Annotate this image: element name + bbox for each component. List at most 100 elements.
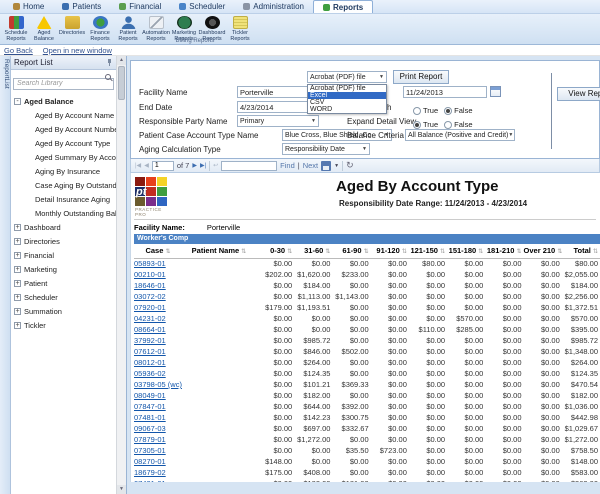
- case-link[interactable]: 05893-01: [134, 259, 166, 268]
- export-option-acrobat-pdf-file[interactable]: Acrobat (PDF) file: [308, 85, 386, 92]
- tree-node-marketing[interactable]: +Marketing: [14, 262, 116, 276]
- directories-button[interactable]: Directories: [58, 15, 86, 36]
- expand-icon[interactable]: +: [14, 280, 21, 287]
- case-link[interactable]: 00210-01: [134, 270, 166, 279]
- tree-leaf-aged-by-account-name[interactable]: Aged By Account Name: [14, 108, 116, 122]
- view-report-button[interactable]: View Report: [557, 87, 600, 101]
- case-link[interactable]: 18679-02: [134, 468, 166, 477]
- tree-node-patient[interactable]: +Patient: [14, 276, 116, 290]
- collapse-icon[interactable]: -: [14, 98, 21, 105]
- column-header-31-60[interactable]: 31-60 ⇅: [294, 244, 332, 258]
- column-header-181-210[interactable]: 181-210 ⇅: [485, 244, 523, 258]
- case-link[interactable]: 08270-01: [134, 457, 166, 466]
- sidebar-vertical-tab[interactable]: ReportList: [0, 56, 11, 494]
- case-link[interactable]: 08049-01: [134, 391, 166, 400]
- tree-leaf-aging-by-insurance[interactable]: Aging By Insurance: [14, 164, 116, 178]
- case-link[interactable]: 03072-02: [134, 292, 166, 301]
- search-input[interactable]: [13, 78, 114, 90]
- tree-leaf-monthly-outstanding-balance-a[interactable]: Monthly Outstanding Balance A: [14, 206, 116, 220]
- column-header-total[interactable]: Total ⇅: [562, 244, 600, 258]
- tree-leaf-aged-summary-by-account-typ[interactable]: Aged Summary By Account Typ: [14, 150, 116, 164]
- print-report-button[interactable]: Print Report: [393, 70, 449, 84]
- column-header-91-120[interactable]: 91-120 ⇅: [371, 244, 409, 258]
- tab-administration[interactable]: Administration: [234, 0, 313, 13]
- expand-icon[interactable]: +: [14, 252, 21, 259]
- export-option-word[interactable]: WORD: [308, 106, 386, 113]
- tab-financial[interactable]: Financial: [110, 0, 170, 13]
- last-page-icon[interactable]: ▶|: [200, 162, 206, 169]
- pin-icon[interactable]: [106, 59, 113, 66]
- tree-node-dashboard[interactable]: +Dashboard: [14, 220, 116, 234]
- tab-reports[interactable]: Reports: [313, 0, 373, 13]
- responsible-party-select[interactable]: Primary▼: [237, 115, 319, 127]
- case-link[interactable]: 18646-01: [134, 281, 166, 290]
- case-link[interactable]: 37992-01: [134, 336, 166, 345]
- expand-icon[interactable]: +: [14, 238, 21, 245]
- next-page-icon[interactable]: ▶: [192, 162, 197, 169]
- case-link[interactable]: 04231-02: [134, 314, 166, 323]
- tree-node-financial[interactable]: +Financial: [14, 248, 116, 262]
- export-caret-icon[interactable]: ▼: [334, 163, 339, 169]
- false-radio[interactable]: [444, 121, 452, 129]
- tree-leaf-detail-insurance-aging[interactable]: Detail Insurance Aging: [14, 192, 116, 206]
- aged-balance-button[interactable]: Aged Balance: [30, 15, 58, 42]
- schedule-reports-button[interactable]: Schedule Reports: [2, 15, 30, 42]
- case-link[interactable]: 07481-01: [134, 413, 166, 422]
- case-link[interactable]: 09067-03: [134, 424, 166, 433]
- first-page-icon[interactable]: |◀: [135, 162, 141, 169]
- scroll-down-icon[interactable]: ▼: [117, 485, 126, 494]
- true-radio[interactable]: [413, 107, 421, 115]
- sidebar-scrollbar[interactable]: ▲ ▼: [116, 56, 126, 494]
- export-icon[interactable]: [321, 161, 331, 171]
- column-header-121-150[interactable]: 121-150 ⇅: [409, 244, 447, 258]
- case-link[interactable]: 05936-02: [134, 369, 166, 378]
- column-header-61-90[interactable]: 61-90 ⇅: [332, 244, 370, 258]
- refresh-icon[interactable]: ↻: [346, 160, 354, 171]
- expand-icon[interactable]: +: [14, 224, 21, 231]
- expand-icon[interactable]: +: [14, 308, 21, 315]
- case-link[interactable]: 07612-01: [134, 347, 166, 356]
- column-header-151-180[interactable]: 151-180 ⇅: [447, 244, 485, 258]
- prev-page-icon[interactable]: ◀: [144, 162, 149, 169]
- tree-leaf-case-aging-by-outstanding-day[interactable]: Case Aging By Outstanding Day: [14, 178, 116, 192]
- tab-scheduler[interactable]: Scheduler: [170, 0, 234, 13]
- tree-leaf-aged-by-account-number[interactable]: Aged By Account Number: [14, 122, 116, 136]
- expand-icon[interactable]: +: [14, 266, 21, 273]
- next-link[interactable]: Next: [303, 161, 318, 170]
- tree-node-summation[interactable]: +Summation: [14, 304, 116, 318]
- find-text-input[interactable]: [221, 161, 277, 171]
- tab-patients[interactable]: Patients: [53, 0, 110, 13]
- true-radio[interactable]: [413, 121, 421, 129]
- case-link[interactable]: 08664-01: [134, 325, 166, 334]
- scroll-thumb[interactable]: [118, 66, 125, 100]
- balance-criteria-select[interactable]: All Balance (Positive and Credit)▼: [405, 129, 515, 141]
- aging-calc-select[interactable]: Responsibility Date▼: [282, 143, 370, 155]
- case-link[interactable]: 07879-01: [134, 435, 166, 444]
- tree-node-directories[interactable]: +Directories: [14, 234, 116, 248]
- tree-node-aged-balance[interactable]: -Aged Balance: [14, 94, 116, 108]
- open-new-window-link[interactable]: Open in new window: [43, 46, 112, 55]
- column-header-over-210[interactable]: Over 210 ⇅: [524, 244, 562, 258]
- tree-leaf-aged-by-account-type[interactable]: Aged By Account Type: [14, 136, 116, 150]
- case-link[interactable]: 07847-01: [134, 402, 166, 411]
- case-link[interactable]: 07920-01: [134, 303, 166, 312]
- calendar-icon[interactable]: [490, 86, 501, 97]
- case-link[interactable]: 07305-01: [134, 446, 166, 455]
- finance-reports-button[interactable]: Finance Reports: [86, 15, 114, 42]
- tree-node-tickler[interactable]: +Tickler: [14, 318, 116, 332]
- column-header-case[interactable]: Case ⇅: [134, 244, 184, 258]
- expand-icon[interactable]: +: [14, 294, 21, 301]
- page-number-input[interactable]: [152, 161, 174, 171]
- export-option-csv[interactable]: CSV: [308, 99, 386, 106]
- start-date-input[interactable]: [403, 86, 487, 98]
- export-option-excel[interactable]: Excel: [308, 92, 386, 99]
- export-format-select[interactable]: Acrobat (PDF) file▼: [307, 71, 387, 83]
- find-link[interactable]: Find: [280, 161, 295, 170]
- tree-node-scheduler[interactable]: +Scheduler: [14, 290, 116, 304]
- false-radio[interactable]: [444, 107, 452, 115]
- back-to-parent-icon[interactable]: ↩: [213, 162, 218, 169]
- column-header-0-30[interactable]: 0-30 ⇅: [256, 244, 294, 258]
- case-link[interactable]: 03798-05 (wc): [134, 380, 182, 389]
- search-icon[interactable]: [105, 74, 111, 80]
- expand-icon[interactable]: +: [14, 322, 21, 329]
